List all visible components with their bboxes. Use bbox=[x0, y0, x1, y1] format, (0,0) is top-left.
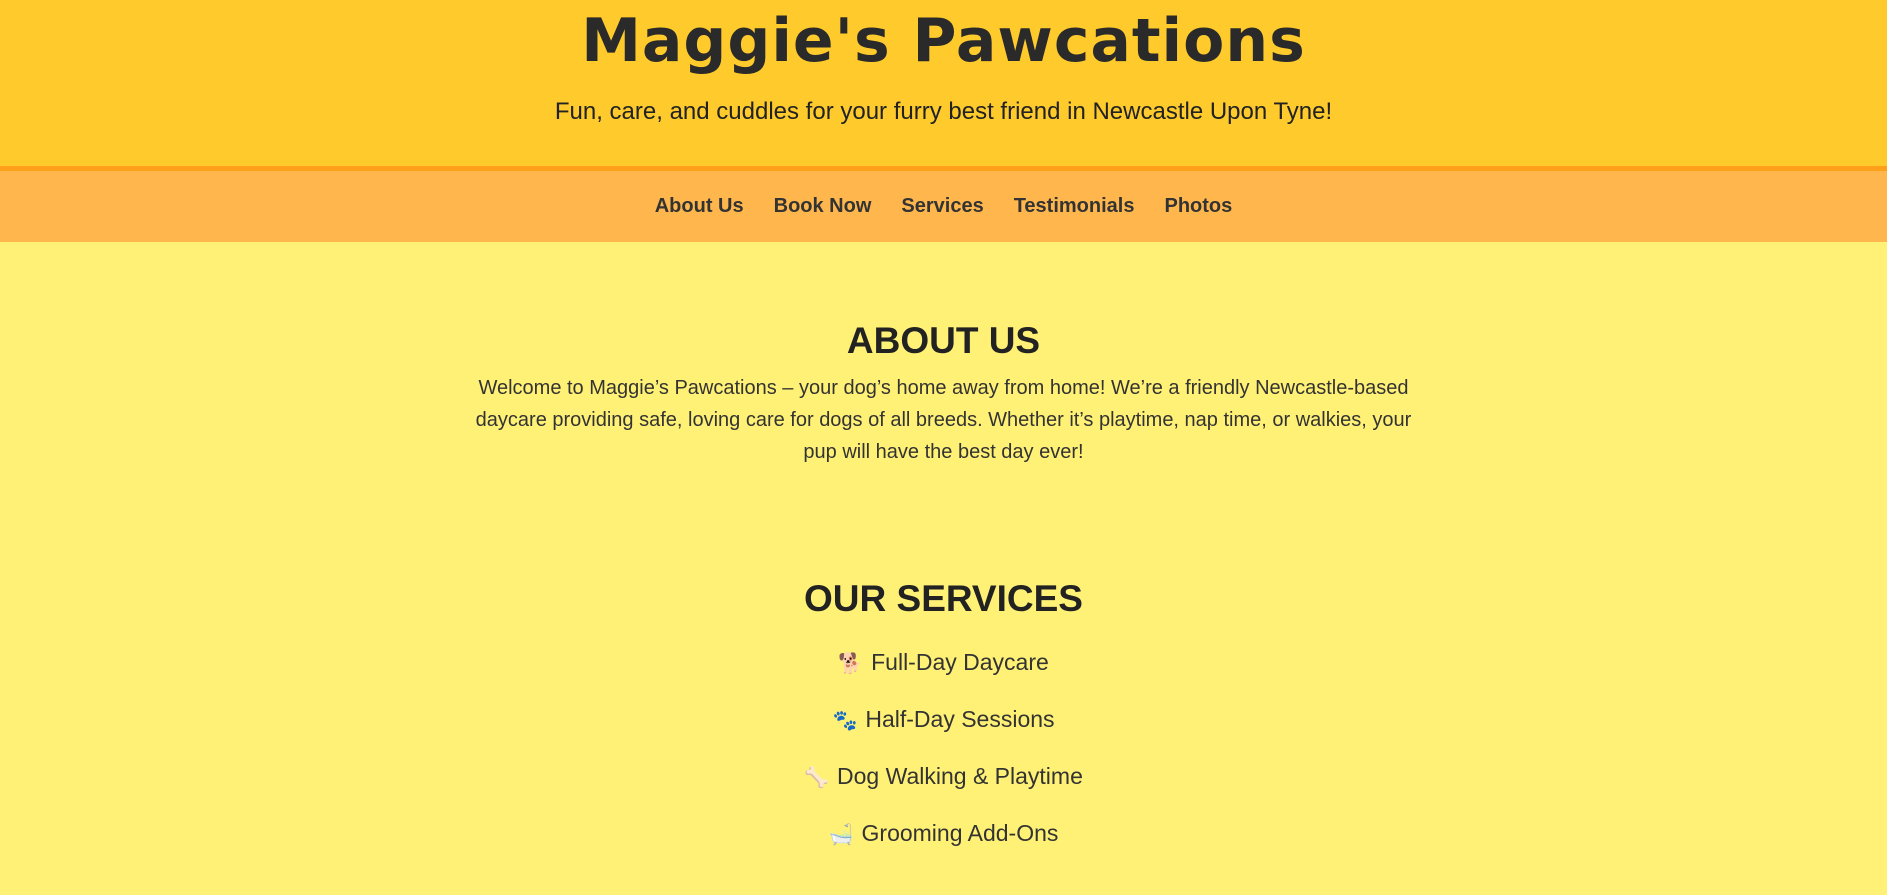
about-section: ABOUT US Welcome to Maggie’s Pawcations … bbox=[0, 242, 1887, 468]
site-title: Maggie's Pawcations bbox=[581, 6, 1306, 76]
site-tagline: Fun, care, and cuddles for your furry be… bbox=[554, 98, 1333, 125]
dog-icon: 🐕 bbox=[838, 653, 864, 675]
bathtub-icon: 🛁 bbox=[828, 824, 854, 846]
main-content: ABOUT US Welcome to Maggie’s Pawcations … bbox=[0, 242, 1887, 849]
service-label: Full-Day Daycare bbox=[871, 649, 1049, 675]
service-label: Half-Day Sessions bbox=[865, 706, 1055, 732]
nav-link-book-now[interactable]: Book Now bbox=[759, 189, 887, 224]
service-label: Dog Walking & Playtime bbox=[837, 763, 1083, 789]
nav-link-about-us[interactable]: About Us bbox=[640, 189, 759, 224]
service-item-full-day-daycare: 🐕 Full-Day Daycare bbox=[0, 648, 1887, 678]
nav-link-services[interactable]: Services bbox=[886, 189, 998, 224]
about-text: Welcome to Maggie’s Pawcations – your do… bbox=[475, 377, 1412, 463]
service-item-dog-walking: 🦴 Dog Walking & Playtime bbox=[0, 762, 1887, 792]
services-heading: OUR SERVICES bbox=[804, 578, 1083, 619]
service-label: Grooming Add-Ons bbox=[861, 820, 1059, 846]
main-nav: About Us Book Now Services Testimonials … bbox=[0, 171, 1887, 242]
service-item-half-day-sessions: 🐾 Half-Day Sessions bbox=[0, 705, 1887, 735]
nav-link-photos[interactable]: Photos bbox=[1149, 189, 1247, 224]
bone-icon: 🦴 bbox=[804, 767, 830, 789]
about-heading: ABOUT US bbox=[846, 320, 1041, 361]
nav-link-testimonials[interactable]: Testimonials bbox=[999, 189, 1150, 224]
site-header: Maggie's Pawcations Fun, care, and cuddl… bbox=[0, 0, 1887, 171]
service-list: 🐕 Full-Day Daycare 🐾 Half-Day Sessions 🦴 Do… bbox=[0, 648, 1887, 849]
paw-prints-icon: 🐾 bbox=[832, 710, 858, 732]
service-item-grooming-add-ons: 🛁 Grooming Add-Ons bbox=[0, 819, 1887, 849]
services-section: OUR SERVICES 🐕 Full-Day Daycare 🐾 Half-Day… bbox=[0, 468, 1887, 849]
